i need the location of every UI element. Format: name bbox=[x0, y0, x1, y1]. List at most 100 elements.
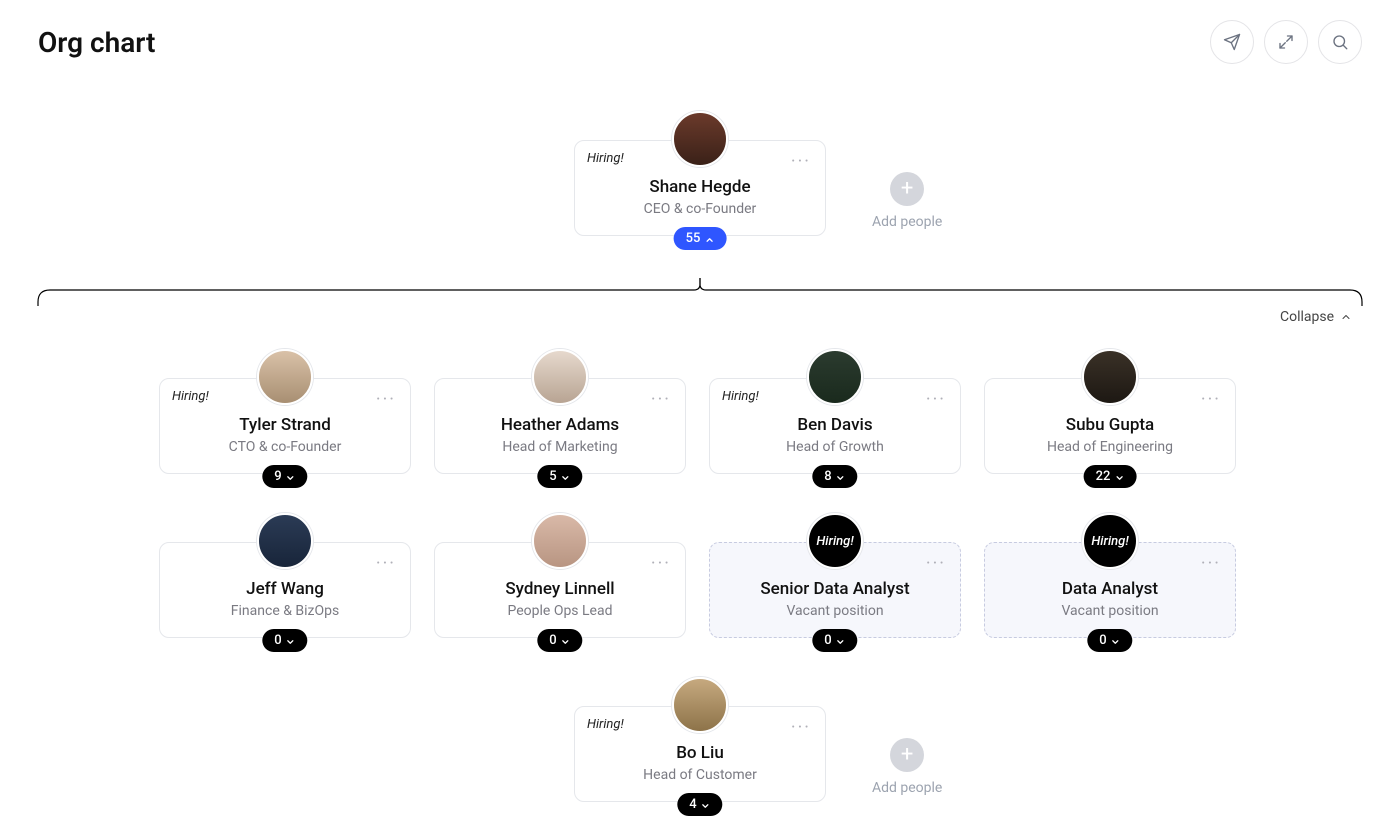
avatar bbox=[672, 677, 728, 733]
hiring-badge: Hiring! bbox=[172, 389, 209, 404]
person-card-root[interactable]: Hiring! ··· Shane Hegde CEO & co-Founder… bbox=[574, 140, 826, 236]
person-role: People Ops Lead bbox=[447, 603, 673, 619]
position-title: Data Analyst bbox=[997, 579, 1223, 599]
expand-icon bbox=[1277, 33, 1295, 51]
person-card[interactable]: ··· Heather Adams Head of Marketing 5 bbox=[434, 378, 686, 474]
hiring-badge: Hiring! bbox=[587, 717, 624, 732]
share-button[interactable] bbox=[1210, 20, 1254, 64]
chevron-down-icon bbox=[836, 472, 846, 482]
person-name: Shane Hegde bbox=[587, 177, 813, 197]
card-more-icon[interactable]: ··· bbox=[787, 151, 815, 173]
person-card[interactable]: ··· Subu Gupta Head of Engineering 22 bbox=[984, 378, 1236, 474]
card-more-icon[interactable]: ··· bbox=[1197, 553, 1225, 575]
reports-count: 5 bbox=[549, 469, 556, 484]
reports-count: 0 bbox=[1099, 633, 1106, 648]
person-name: Subu Gupta bbox=[997, 415, 1223, 435]
card-more-icon[interactable]: ··· bbox=[922, 389, 950, 411]
card-more-icon[interactable]: ··· bbox=[372, 389, 400, 411]
reports-count-pill[interactable]: 0 bbox=[262, 629, 307, 652]
reports-count: 0 bbox=[549, 633, 556, 648]
chevron-down-icon bbox=[286, 472, 296, 482]
chevron-down-icon bbox=[1114, 472, 1124, 482]
avatar bbox=[532, 513, 588, 569]
chevron-down-icon bbox=[836, 636, 846, 646]
plus-circle-icon: + bbox=[890, 172, 924, 206]
reports-count-pill[interactable]: 0 bbox=[812, 629, 857, 652]
avatar bbox=[257, 513, 313, 569]
add-people-button[interactable]: + Add people bbox=[872, 172, 942, 230]
avatar bbox=[672, 111, 728, 167]
person-card[interactable]: Hiring! ··· Ben Davis Head of Growth 8 bbox=[709, 378, 961, 474]
person-name: Ben Davis bbox=[722, 415, 948, 435]
collapse-label: Collapse bbox=[1280, 309, 1334, 325]
add-people-label: Add people bbox=[872, 214, 942, 230]
chevron-down-icon bbox=[561, 636, 571, 646]
person-role: Head of Engineering bbox=[997, 439, 1223, 455]
card-more-icon[interactable]: ··· bbox=[922, 553, 950, 575]
person-card[interactable]: ··· Jeff Wang Finance & BizOps 0 bbox=[159, 542, 411, 638]
search-button[interactable] bbox=[1318, 20, 1362, 64]
card-more-icon[interactable]: ··· bbox=[372, 553, 400, 575]
card-more-icon[interactable]: ··· bbox=[647, 553, 675, 575]
hiring-circle-icon: Hiring! bbox=[807, 513, 863, 569]
person-card[interactable]: ··· Sydney Linnell People Ops Lead 0 bbox=[434, 542, 686, 638]
plus-circle-icon: + bbox=[890, 738, 924, 772]
reports-count: 55 bbox=[686, 231, 701, 246]
expand-button[interactable] bbox=[1264, 20, 1308, 64]
reports-count: 0 bbox=[274, 633, 281, 648]
hiring-badge: Hiring! bbox=[587, 151, 624, 166]
vacant-position-card[interactable]: Hiring! ··· Data Analyst Vacant position… bbox=[984, 542, 1236, 638]
hiring-badge: Hiring! bbox=[722, 389, 759, 404]
reports-count-pill[interactable]: 0 bbox=[1087, 629, 1132, 652]
reports-count: 0 bbox=[824, 633, 831, 648]
chevron-up-icon bbox=[704, 234, 714, 244]
person-role: Head of Customer bbox=[587, 767, 813, 783]
add-people-button[interactable]: + Add people bbox=[872, 738, 942, 796]
chevron-down-icon bbox=[561, 472, 571, 482]
reports-count-pill[interactable]: 4 bbox=[677, 793, 722, 816]
reports-count: 4 bbox=[689, 797, 696, 812]
chevron-down-icon bbox=[286, 636, 296, 646]
position-status: Vacant position bbox=[997, 603, 1223, 619]
card-more-icon[interactable]: ··· bbox=[1197, 389, 1225, 411]
person-name: Jeff Wang bbox=[172, 579, 398, 599]
card-more-icon[interactable]: ··· bbox=[787, 717, 815, 739]
reports-count: 9 bbox=[274, 469, 281, 484]
person-role: Head of Marketing bbox=[447, 439, 673, 455]
tree-connector bbox=[36, 278, 1364, 306]
reports-count: 22 bbox=[1096, 469, 1111, 484]
avatar bbox=[532, 349, 588, 405]
person-card[interactable]: Hiring! ··· Tyler Strand CTO & co-Founde… bbox=[159, 378, 411, 474]
reports-count-pill[interactable]: 0 bbox=[537, 629, 582, 652]
header-actions bbox=[1210, 20, 1362, 64]
avatar bbox=[807, 349, 863, 405]
reports-count: 8 bbox=[824, 469, 831, 484]
person-role: CEO & co-Founder bbox=[587, 201, 813, 217]
paper-plane-icon bbox=[1223, 33, 1241, 51]
person-name: Sydney Linnell bbox=[447, 579, 673, 599]
hiring-circle-icon: Hiring! bbox=[1082, 513, 1138, 569]
position-title: Senior Data Analyst bbox=[722, 579, 948, 599]
chevron-up-icon bbox=[1340, 311, 1352, 323]
person-card[interactable]: Hiring! ··· Bo Liu Head of Customer 4 bbox=[574, 706, 826, 802]
reports-count-pill[interactable]: 8 bbox=[812, 465, 857, 488]
reports-count-pill[interactable]: 22 bbox=[1084, 465, 1137, 488]
vacant-position-card[interactable]: Hiring! ··· Senior Data Analyst Vacant p… bbox=[709, 542, 961, 638]
collapse-toggle[interactable]: Collapse bbox=[1280, 309, 1352, 325]
chevron-down-icon bbox=[1111, 636, 1121, 646]
chevron-down-icon bbox=[701, 800, 711, 810]
person-name: Heather Adams bbox=[447, 415, 673, 435]
reports-count-pill[interactable]: 5 bbox=[537, 465, 582, 488]
person-role: Finance & BizOps bbox=[172, 603, 398, 619]
person-role: Head of Growth bbox=[722, 439, 948, 455]
page-title: Org chart bbox=[38, 26, 155, 59]
avatar bbox=[257, 349, 313, 405]
search-icon bbox=[1331, 33, 1349, 51]
position-status: Vacant position bbox=[722, 603, 948, 619]
person-role: CTO & co-Founder bbox=[172, 439, 398, 455]
reports-count-pill[interactable]: 9 bbox=[262, 465, 307, 488]
card-more-icon[interactable]: ··· bbox=[647, 389, 675, 411]
add-people-label: Add people bbox=[872, 780, 942, 796]
person-name: Tyler Strand bbox=[172, 415, 398, 435]
reports-count-pill[interactable]: 55 bbox=[674, 227, 727, 250]
